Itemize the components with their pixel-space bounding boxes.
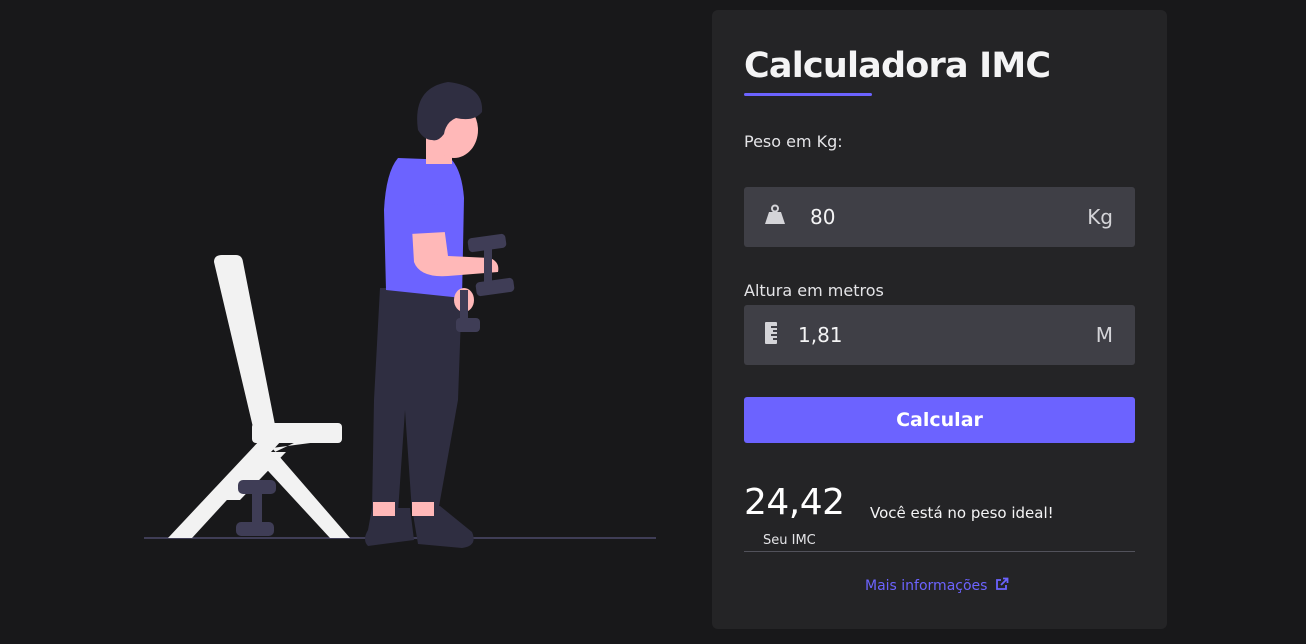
bmi-calculator-card: Calculadora IMC Peso em Kg: Kg Altura em… [712,10,1167,629]
height-label: Altura em metros [744,281,884,300]
person-illustration [365,82,499,548]
title-underline [744,93,872,96]
floor-dumbbell-illustration [236,480,276,536]
page-title: Calculadora IMC [744,46,1051,86]
bmi-result-caption: Seu IMC [763,533,816,548]
weight-label: Peso em Kg: [744,132,843,151]
result-divider [744,551,1135,552]
workout-illustration [144,82,656,548]
ruler-icon [764,322,778,348]
bmi-result-message: Você está no peso ideal! [870,504,1054,522]
hand-dumbbells-illustration [456,233,515,332]
more-info-label: Mais informações [865,578,988,594]
external-link-icon [995,577,1009,595]
weight-field[interactable]: Kg [744,187,1135,247]
more-info-link[interactable]: Mais informações [865,577,1009,595]
page: Calculadora IMC Peso em Kg: Kg Altura em… [0,0,1306,644]
height-field[interactable]: M [744,305,1135,365]
height-input[interactable] [798,305,1048,365]
weight-input[interactable] [810,187,1060,247]
calculate-button[interactable]: Calcular [744,397,1135,443]
weight-unit: Kg [1087,205,1113,229]
height-unit: M [1095,323,1113,347]
weight-icon [764,204,786,230]
bmi-result-value: 24,42 [744,482,845,523]
